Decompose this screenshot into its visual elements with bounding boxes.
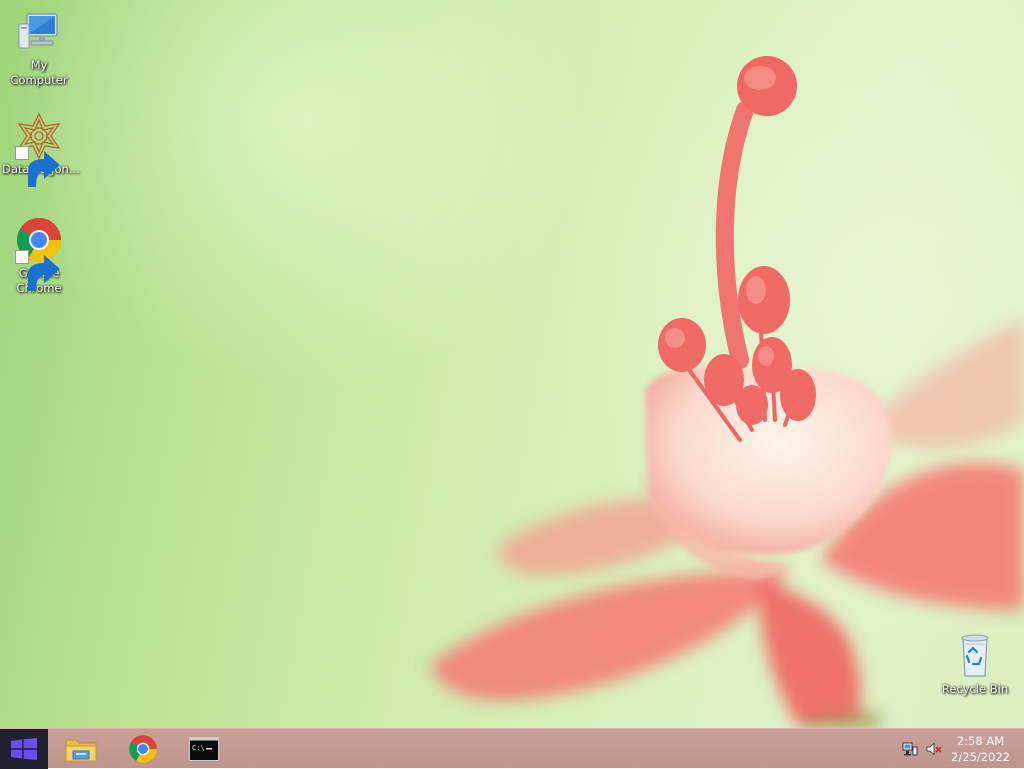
desktop[interactable]: My Computer DataWagon... [0, 0, 1024, 728]
clock-date: 2/25/2022 [951, 750, 1010, 764]
datawagon-icon [15, 112, 63, 187]
taskbar-cmd-button[interactable]: C:\ [176, 729, 232, 769]
chrome-icon [15, 216, 63, 291]
volume-muted-icon[interactable] [926, 741, 942, 757]
computer-icon [15, 8, 63, 56]
taskbar-chrome-button[interactable] [115, 729, 171, 769]
clock-time: 2:58 AM [956, 734, 1005, 748]
windows-logo-icon [11, 738, 37, 760]
recycle-bin-icon [951, 632, 999, 680]
icon-label: Recycle Bin [941, 682, 1009, 696]
icon-label: My Computer [10, 58, 68, 87]
folder-icon [65, 739, 97, 762]
wallpaper-flower [430, 56, 1024, 728]
desktop-icon-google-chrome[interactable]: Google Chrome [0, 216, 78, 296]
clock[interactable]: 2:58 AM 2/25/2022 [951, 733, 1010, 765]
svg-text:C:\: C:\ [192, 744, 205, 752]
desktop-icon-datawagon[interactable]: DataWagon... [0, 112, 80, 187]
network-icon[interactable] [902, 741, 918, 757]
desktop-icon-my-computer[interactable]: My Computer [0, 8, 78, 88]
chrome-icon [129, 735, 157, 763]
start-button[interactable] [0, 729, 48, 769]
shortcut-arrow-icon [15, 146, 60, 187]
system-tray: 2:58 AM 2/25/2022 [884, 729, 1024, 769]
shortcut-arrow-icon [15, 250, 60, 291]
cmd-icon: C:\ [189, 737, 219, 761]
desktop-icon-recycle-bin[interactable]: Recycle Bin [936, 632, 1014, 697]
taskbar: C:\ 2:58 AM 2/25/2022 [0, 728, 1024, 769]
taskbar-file-explorer-button[interactable] [53, 729, 109, 769]
